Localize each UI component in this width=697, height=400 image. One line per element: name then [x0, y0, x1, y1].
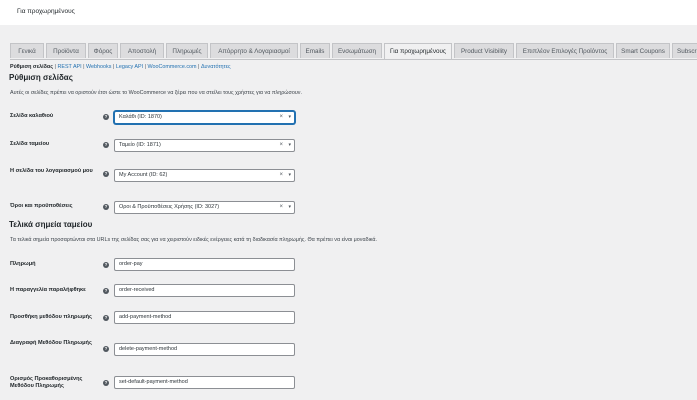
clear-icon[interactable]: ×: [279, 140, 283, 151]
set-default-payment-method-label: Ορισμός Προκαθορισμένης Μεθόδου Πληρωμής: [10, 376, 83, 389]
my-account-page-value: My Account (ID: 62): [119, 172, 168, 178]
clear-icon[interactable]: ×: [279, 202, 283, 213]
endpoints-description: Τα τελικά σημεία προσαρτώνται στα URLs τ…: [10, 237, 378, 243]
clear-icon[interactable]: ×: [279, 170, 283, 181]
terms-page-value: Οροι & Προϋποθέσεις Χρήσης (ID: 3027): [119, 204, 220, 210]
terms-page-select[interactable]: Οροι & Προϋποθέσεις Χρήσης (ID: 3027) × …: [114, 201, 295, 214]
advanced-subnav: Ρύθμιση σελίδας | REST API | Webhooks | …: [10, 64, 231, 70]
tab-shipping[interactable]: Αποστολή: [120, 43, 164, 58]
tab-payments[interactable]: Πληρωμές: [166, 43, 208, 58]
pay-endpoint-input[interactable]: order-pay: [114, 258, 295, 271]
order-received-endpoint-label: Η παραγγελία παραλήφθηκε: [10, 287, 86, 293]
tab-products[interactable]: Προϊόντα: [46, 43, 86, 58]
tab-tax[interactable]: Φόρος: [88, 43, 118, 58]
chevron-down-icon[interactable]: ▾: [288, 140, 291, 151]
help-icon[interactable]: ?: [103, 114, 109, 120]
cart-page-select[interactable]: Καλάθι (ID: 1870) × ▾: [114, 111, 295, 124]
help-icon[interactable]: ?: [103, 142, 109, 148]
checkout-page-select[interactable]: Ταμείο (ID: 1871) × ▾: [114, 139, 295, 152]
checkout-page-value: Ταμείο (ID: 1871): [119, 142, 161, 148]
terms-page-label: Όροι και προϋποθέσεις: [10, 203, 73, 209]
pay-endpoint-label: Πληρωμή: [10, 261, 36, 267]
help-icon[interactable]: ?: [103, 171, 109, 177]
subnav-rest-api[interactable]: REST API: [57, 64, 81, 70]
tab-subscriptions[interactable]: Subscriptions: [672, 43, 697, 58]
help-icon[interactable]: ?: [103, 204, 109, 210]
my-account-page-label: Η σελίδα του λογαριασμού μου: [10, 168, 93, 174]
cart-page-value: Καλάθι (ID: 1870): [119, 114, 162, 120]
delete-payment-method-label: Διαγραφή Μεθόδου Πληρωμής: [10, 340, 92, 346]
chevron-down-icon[interactable]: ▾: [288, 170, 291, 181]
page-title: Για προχωρημένους: [17, 8, 75, 15]
add-payment-method-input[interactable]: add-payment-method: [114, 311, 295, 324]
subnav-webhooks[interactable]: Webhooks: [86, 64, 111, 70]
endpoints-heading: Τελικά σημεία ταμείου: [9, 220, 93, 229]
add-payment-method-label: Προσθήκη μεθόδου πληρωμής: [10, 314, 92, 320]
chevron-down-icon[interactable]: ▾: [288, 202, 291, 213]
page-setup-heading: Ρύθμιση σελίδας: [9, 73, 73, 82]
subnav-features[interactable]: Δυνατότητες: [201, 64, 231, 70]
tab-general[interactable]: Γενικά: [10, 43, 44, 58]
help-icon[interactable]: ?: [103, 262, 109, 268]
tab-integration[interactable]: Ενσωμάτωση: [332, 43, 382, 58]
set-default-payment-method-input[interactable]: set-default-payment-method: [114, 376, 295, 389]
help-icon[interactable]: ?: [103, 346, 109, 352]
tab-product-visibility[interactable]: Product Visibility: [454, 43, 514, 58]
tab-smart-coupons[interactable]: Smart Coupons: [616, 43, 670, 58]
help-icon[interactable]: ?: [103, 288, 109, 294]
tab-emails[interactable]: Emails: [300, 43, 330, 58]
tab-privacy-accounts[interactable]: Απόρρητο & Λογαριασμοί: [210, 43, 298, 58]
subnav-legacy-api[interactable]: Legacy API: [116, 64, 143, 70]
delete-payment-method-input[interactable]: delete-payment-method: [114, 343, 295, 356]
help-icon[interactable]: ?: [103, 380, 109, 386]
my-account-page-select[interactable]: My Account (ID: 62) × ▾: [114, 169, 295, 182]
checkout-page-label: Σελίδα ταμείου: [10, 141, 50, 147]
order-received-endpoint-input[interactable]: order-received: [114, 284, 295, 297]
tab-advanced[interactable]: Για προχωρημένους: [384, 43, 452, 59]
clear-icon[interactable]: ×: [279, 112, 283, 123]
cart-page-label: Σελίδα καλαθιού: [10, 113, 54, 119]
settings-tabs: Γενικά Προϊόντα Φόρος Αποστολή Πληρωμές …: [10, 43, 697, 60]
top-bar: Για προχωρημένους: [0, 0, 697, 25]
subnav-woocommerce-com[interactable]: WooCommerce.com: [148, 64, 197, 70]
page-setup-description: Αυτές οι σελίδες πρέπει να οριστούν έτσι…: [10, 90, 302, 96]
chevron-down-icon[interactable]: ▾: [288, 112, 291, 123]
subnav-page-setup[interactable]: Ρύθμιση σελίδας: [10, 64, 53, 70]
tab-extra-product-options[interactable]: Επιπλέον Επιλογές Προϊόντος: [516, 43, 614, 58]
help-icon[interactable]: ?: [103, 315, 109, 321]
